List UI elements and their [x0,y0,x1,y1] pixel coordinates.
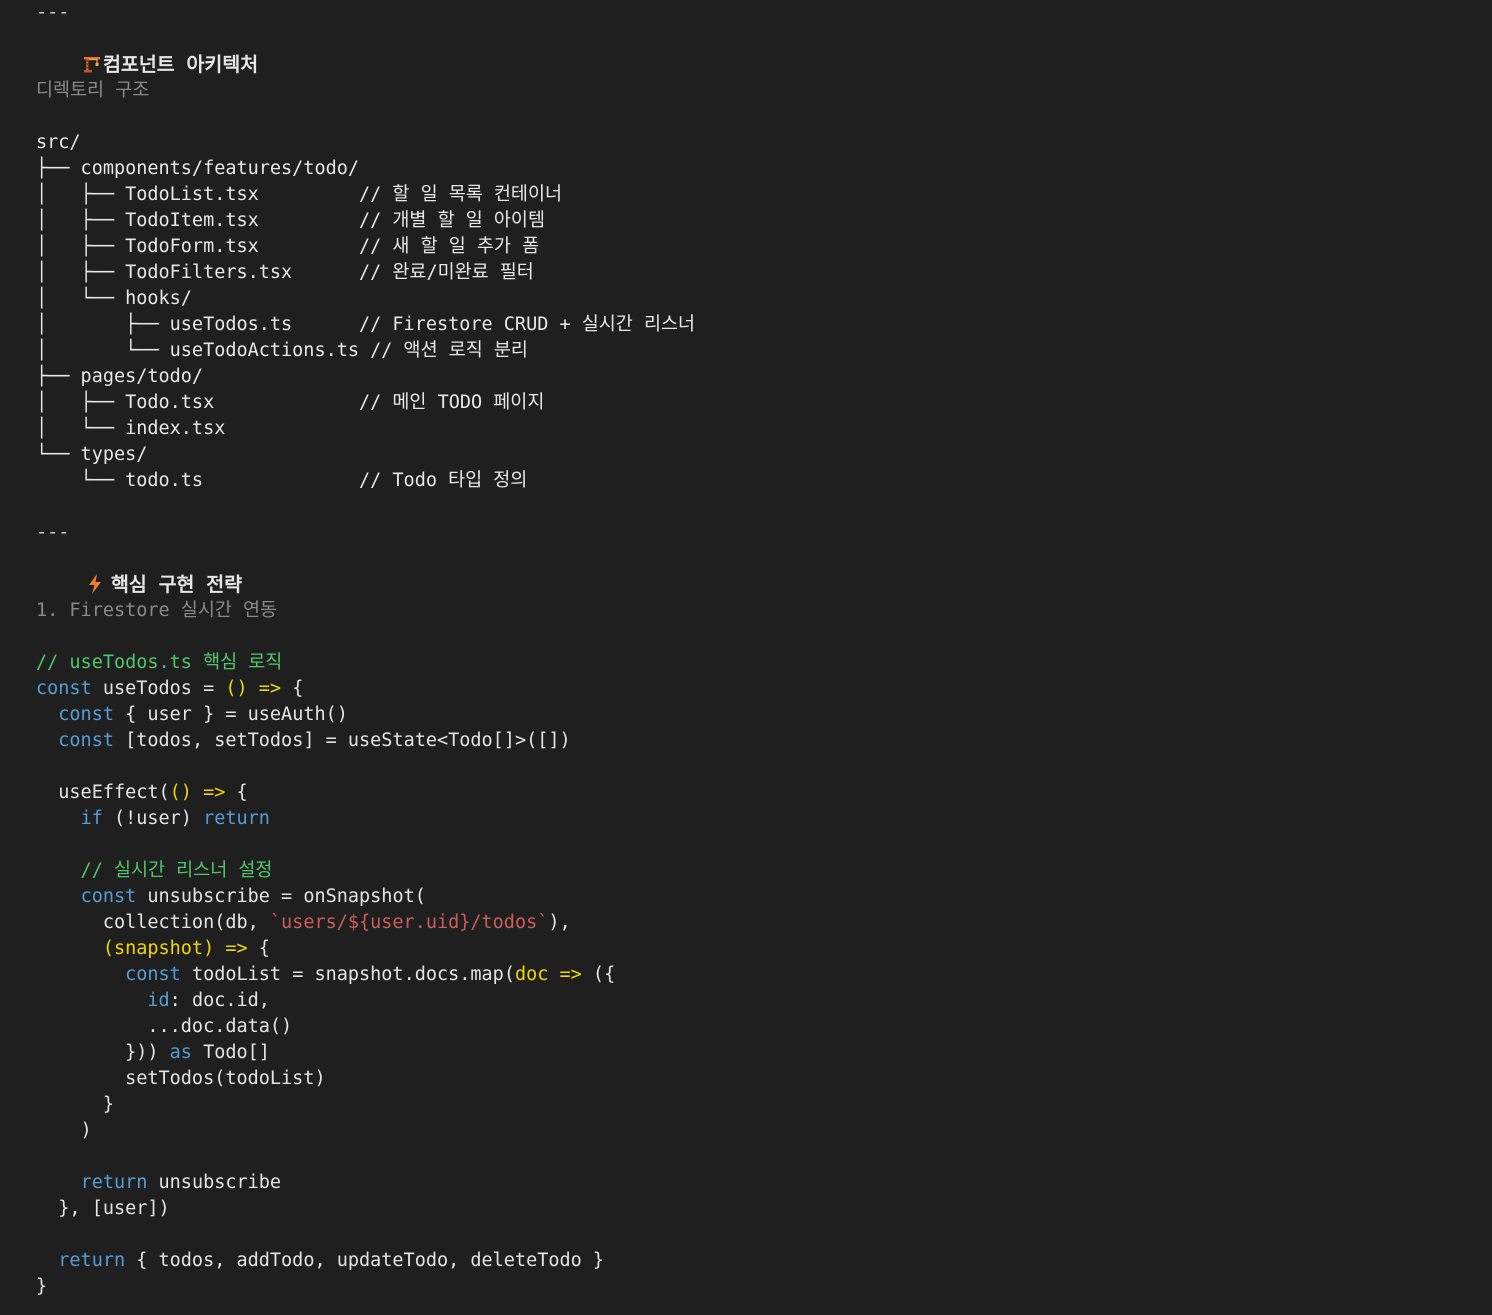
code-comment: // 실시간 리스너 설정 [36,860,273,881]
code-block: // useTodos.ts 핵심 로직 const useTodos = ()… [36,650,1492,1300]
code-line: const todoList = snapshot.docs.map(doc =… [125,964,616,985]
code-line: ...doc.data() [36,1016,293,1037]
tree-line: │ └── useTodoActions.ts // 액션 로직 분리 [36,340,528,361]
tree-line: │ ├── Todo.tsx // 메인 TODO 페이지 [36,392,545,413]
tree-line: │ └── index.tsx [36,418,226,439]
tree-line: │ ├── TodoFilters.tsx // 완료/미완료 필터 [36,262,534,283]
construction-crane-icon [83,57,100,73]
lightning-bolt-icon [88,574,101,594]
directory-tree: src/ ├── components/features/todo/ │ ├──… [36,130,1492,494]
section-heading-strategy: 핵심 구현 전략 [36,546,1492,596]
code-line: ) [36,1120,92,1141]
tree-line: ├── components/features/todo/ [36,158,360,179]
code-line: if (!user) return [80,808,270,829]
markdown-editor[interactable]: --- 컴포넌트 아키텍처 디렉토리 구조 src/ ├── component… [36,2,1492,1300]
tree-line: └── types/ [36,444,148,465]
horizontal-rule: --- [36,522,70,543]
code-line: useEffect(() => { [36,782,248,803]
code-line: id: doc.id, [147,990,270,1011]
code-line: })) as Todo[] [36,1042,270,1063]
code-line: const { user } = useAuth() [58,704,348,725]
code-line: (snapshot) => { [102,938,270,959]
horizontal-rule: --- [36,2,70,23]
tree-line: src/ [36,132,81,153]
tree-line: │ ├── TodoList.tsx // 할 일 목록 컨테이너 [36,184,562,205]
code-line: const unsubscribe = onSnapshot( [80,886,426,907]
subheading-firestore: 1. Firestore 실시간 연동 [36,600,278,621]
tree-line: │ ├── useTodos.ts // Firestore CRUD + 실시… [36,314,696,335]
code-line: return { todos, addTodo, updateTodo, del… [58,1250,605,1271]
tree-line: │ ├── TodoItem.tsx // 개별 할 일 아이템 [36,210,545,231]
section-heading-text: 핵심 구현 전략 [110,573,243,596]
code-line: collection(db, `users/${user.uid}/todos`… [36,912,571,933]
code-line: const useTodos = () => { [36,678,304,699]
tree-line: │ └── hooks/ [36,288,192,309]
code-line: setTodos(todoList) [36,1068,326,1089]
section-heading-architecture: 컴포넌트 아키텍처 [36,26,1492,76]
tree-line: └── todo.ts // Todo 타입 정의 [36,470,528,491]
subheading-directory: 디렉토리 구조 [36,80,150,101]
code-comment: // useTodos.ts 핵심 로직 [36,652,283,673]
code-line: return unsubscribe [80,1172,282,1193]
code-line: }, [user]) [36,1198,170,1219]
section-heading-text: 컴포넌트 아키텍처 [102,53,259,76]
tree-line: ├── pages/todo/ [36,366,204,387]
code-line: } [36,1094,114,1115]
tree-line: │ ├── TodoForm.tsx // 새 할 일 추가 폼 [36,236,540,257]
code-line: } [36,1276,48,1297]
code-line: const [todos, setTodos] = useState<Todo[… [58,730,571,751]
